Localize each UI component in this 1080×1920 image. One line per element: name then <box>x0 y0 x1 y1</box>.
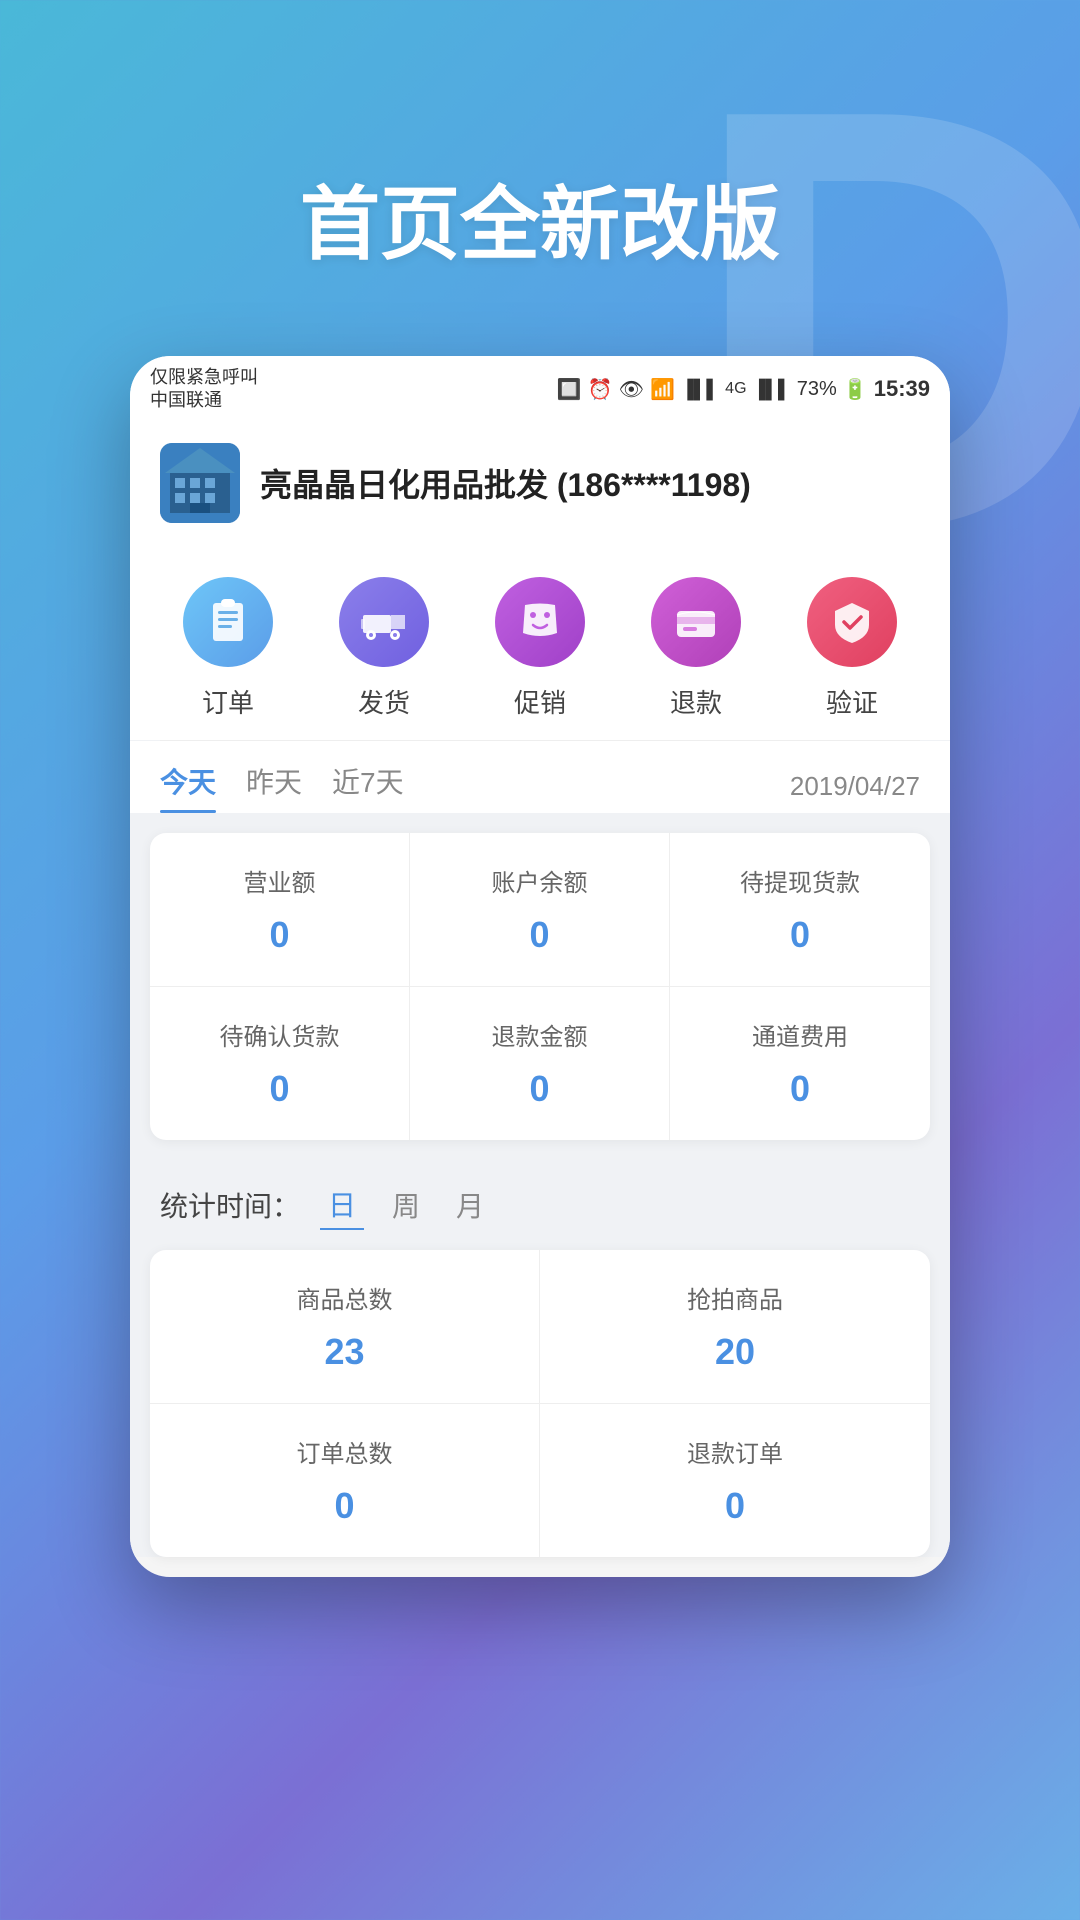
eye-icon: 👁 <box>619 377 644 402</box>
stat-refund-order-value: 0 <box>560 1485 910 1527</box>
tab-today[interactable]: 今天 <box>160 761 216 813</box>
app-header: 亮晶晶日化用品批发 (186****1198) <box>130 419 950 547</box>
status-left: 仅限紧急呼叫 中国联通 <box>150 366 258 413</box>
stat-pending-confirm-label: 待确认货款 <box>170 1017 389 1052</box>
stat-order-total-value: 0 <box>170 1485 519 1527</box>
stat-channel-fee-value: 0 <box>690 1068 910 1110</box>
page-title: 首页全新改版 <box>0 0 1080 356</box>
tab-date: 2019/04/27 <box>790 771 920 802</box>
stat-pending-withdraw: 待提现货款 0 <box>670 833 930 987</box>
refund-icon-bg <box>651 577 741 667</box>
phone-frame: 仅限紧急呼叫 中国联通 🔲 ⏰ 👁 📶 ▐▌▌ 4G ▐▌▌ 73% 🔋 15:… <box>130 356 950 1577</box>
stat-order-total-label: 订单总数 <box>170 1434 519 1469</box>
signal-icon: ▐▌▌ <box>681 379 719 400</box>
avatar-inner <box>160 443 240 523</box>
status-time: 15:39 <box>874 376 930 402</box>
order-icon-bg <box>183 577 273 667</box>
status-right: 🔲 ⏰ 👁 📶 ▐▌▌ 4G ▐▌▌ 73% 🔋 15:39 <box>557 376 930 402</box>
stat-pending-confirm-value: 0 <box>170 1068 389 1110</box>
time-filter-week[interactable]: 周 <box>384 1181 428 1229</box>
stat-channel-fee-label: 通道费用 <box>690 1017 910 1052</box>
stat-refund-order: 退款订单 0 <box>540 1404 930 1557</box>
stat-revenue: 营业额 0 <box>150 833 410 987</box>
promo-label: 促销 <box>514 683 566 720</box>
shop-name: 亮晶晶日化用品批发 (186****1198) <box>260 460 751 506</box>
verify-icon-bg <box>807 577 897 667</box>
status-bar: 仅限紧急呼叫 中国联通 🔲 ⏰ 👁 📶 ▐▌▌ 4G ▐▌▌ 73% 🔋 15:… <box>130 356 950 419</box>
stat-revenue-value: 0 <box>170 914 389 956</box>
sim-icon: 🔲 <box>557 377 582 402</box>
signal-icon2: ▐▌▌ <box>753 379 791 400</box>
stat-flash-sale-value: 20 <box>560 1331 910 1373</box>
app-content: 亮晶晶日化用品批发 (186****1198) 订单 <box>130 419 950 1557</box>
carrier-text: 中国联通 <box>150 389 258 412</box>
promo-icon-bg <box>495 577 585 667</box>
action-order[interactable]: 订单 <box>183 577 273 720</box>
delivery-icon-bg <box>339 577 429 667</box>
action-delivery[interactable]: 发货 <box>339 577 429 720</box>
stat-refund-amount-label: 退款金额 <box>430 1017 649 1052</box>
tab-header: 今天 昨天 近7天 2019/04/27 <box>160 761 920 813</box>
wifi-icon: 📶 <box>650 377 675 402</box>
stats-card-1: 营业额 0 账户余额 0 待提现货款 0 待确认货款 0 退款金额 0 <box>150 833 930 1140</box>
delivery-label: 发货 <box>358 683 410 720</box>
stat-product-total-value: 23 <box>170 1331 519 1373</box>
stat-pending-withdraw-label: 待提现货款 <box>690 863 910 898</box>
stat-product-total-label: 商品总数 <box>170 1280 519 1315</box>
stats-card-2: 商品总数 23 抢拍商品 20 订单总数 0 退款订单 0 <box>150 1250 930 1557</box>
shop-avatar <box>160 443 240 523</box>
stat-pending-confirm: 待确认货款 0 <box>150 987 410 1140</box>
stats-grid-1: 营业额 0 账户余额 0 待提现货款 0 待确认货款 0 退款金额 0 <box>150 833 930 1140</box>
stat-refund-amount-value: 0 <box>430 1068 649 1110</box>
alarm-icon: ⏰ <box>588 377 613 402</box>
stat-order-total: 订单总数 0 <box>150 1404 540 1557</box>
action-promo[interactable]: 促销 <box>495 577 585 720</box>
quick-actions: 订单 发货 <box>130 547 950 740</box>
action-refund[interactable]: 退款 <box>651 577 741 720</box>
stat-product-total: 商品总数 23 <box>150 1250 540 1404</box>
stat-refund-order-label: 退款订单 <box>560 1434 910 1469</box>
time-filter-label: 统计时间： <box>160 1185 300 1225</box>
battery-percent: 73% <box>797 378 837 401</box>
stat-flash-sale-label: 抢拍商品 <box>560 1280 910 1315</box>
stat-flash-sale: 抢拍商品 20 <box>540 1250 930 1404</box>
verify-label: 验证 <box>826 683 878 720</box>
stats-grid-2: 商品总数 23 抢拍商品 20 订单总数 0 退款订单 0 <box>150 1250 930 1557</box>
stat-pending-withdraw-value: 0 <box>690 914 910 956</box>
tab-section: 今天 昨天 近7天 2019/04/27 <box>130 741 950 813</box>
battery-icon: 🔋 <box>843 377 868 402</box>
tab-7days[interactable]: 近7天 <box>332 761 404 813</box>
tab-yesterday[interactable]: 昨天 <box>246 761 302 813</box>
time-filter-month[interactable]: 月 <box>448 1181 492 1229</box>
stat-balance-label: 账户余额 <box>430 863 649 898</box>
stat-revenue-label: 营业额 <box>170 863 389 898</box>
order-label: 订单 <box>202 683 254 720</box>
time-filter: 统计时间： 日 周 月 <box>130 1160 950 1240</box>
stat-balance: 账户余额 0 <box>410 833 670 987</box>
stat-refund-amount: 退款金额 0 <box>410 987 670 1140</box>
tab-group: 今天 昨天 近7天 <box>160 761 404 813</box>
4g-icon: 4G <box>725 380 746 398</box>
time-filter-day[interactable]: 日 <box>320 1180 364 1230</box>
emergency-text: 仅限紧急呼叫 <box>150 366 258 389</box>
stat-balance-value: 0 <box>430 914 649 956</box>
refund-label: 退款 <box>670 683 722 720</box>
action-verify[interactable]: 验证 <box>807 577 897 720</box>
stat-channel-fee: 通道费用 0 <box>670 987 930 1140</box>
